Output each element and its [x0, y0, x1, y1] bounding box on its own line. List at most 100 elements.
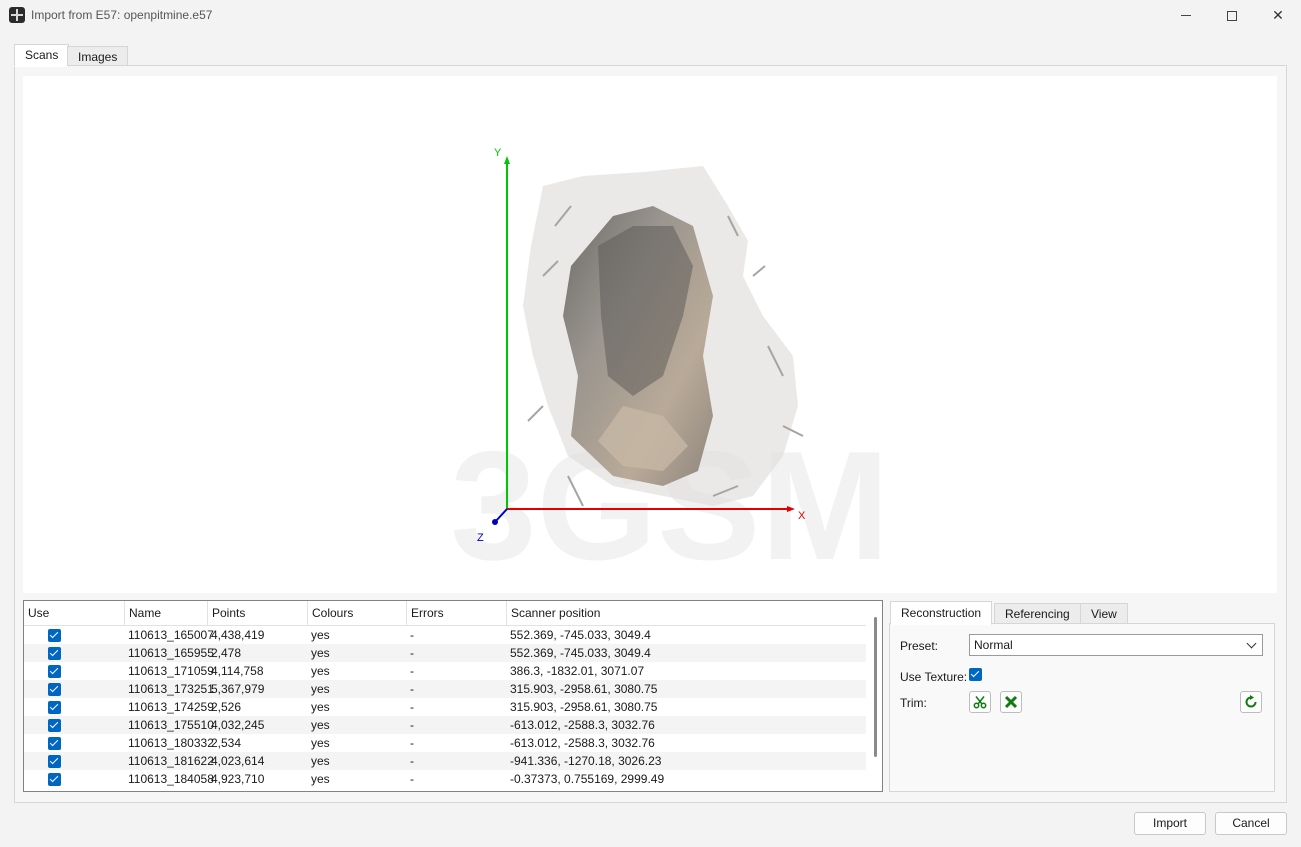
viewport-canvas: 3GSM Y X Z	[450, 147, 889, 592]
cell-points: 4,032,245	[211, 718, 265, 732]
cell-position: -941.336, -1270.18, 3026.23	[510, 754, 662, 768]
import-button[interactable]: Import	[1134, 812, 1206, 835]
table-row[interactable]: 110613_184058 4,923,710 yes - -0.37373, 0.75…	[24, 770, 866, 788]
cell-colours: yes	[311, 646, 330, 660]
cell-name: 110613_165007	[128, 628, 214, 642]
cell-position: -613.012, -2588.3, 3032.76	[510, 736, 655, 750]
col-use[interactable]: Use	[24, 601, 125, 626]
maximize-icon	[1227, 10, 1237, 21]
cell-errors: -	[410, 772, 414, 786]
use-texture-label: Use Texture:	[900, 670, 968, 684]
reset-icon	[1245, 695, 1257, 708]
preset-label: Preset:	[900, 639, 939, 653]
minimize-button[interactable]	[1163, 0, 1209, 31]
cell-errors: -	[410, 682, 414, 696]
point-cloud-viewport[interactable]: 3GSM Y X Z	[23, 76, 1277, 593]
cell-errors: -	[410, 700, 414, 714]
cell-position: 315.903, -2958.61, 3080.75	[510, 700, 658, 714]
cell-position: -613.012, -2588.3, 3032.76	[510, 718, 655, 732]
cell-colours: yes	[311, 772, 330, 786]
preset-select[interactable]: Normal	[969, 634, 1263, 656]
minimize-icon	[1181, 15, 1191, 16]
cell-colours: yes	[311, 736, 330, 750]
cell-position: 386.3, -1832.01, 3071.07	[510, 664, 645, 678]
tab-referencing[interactable]: Referencing	[994, 603, 1081, 624]
use-checkbox[interactable]	[48, 737, 61, 750]
cell-points: 4,114,758	[211, 664, 264, 678]
table-body: 110613_165007 4,438,419 yes - 552.369, -745.…	[24, 626, 866, 788]
cell-name: 110613_165955	[128, 646, 214, 660]
title-bar: Import from E57: openpitmine.e57 ✕	[0, 0, 1301, 31]
cell-errors: -	[410, 754, 414, 768]
scan-table[interactable]: Use Name Points Colours Errors Scanner p…	[23, 600, 883, 792]
cell-name: 110613_174259	[128, 700, 214, 714]
cell-name: 110613_171059	[128, 664, 214, 678]
cell-name: 110613_184058	[128, 772, 214, 786]
close-button[interactable]: ✕	[1255, 0, 1301, 31]
cell-errors: -	[410, 646, 414, 660]
trim-label: Trim:	[900, 696, 927, 710]
table-row[interactable]: 110613_175510 4,032,245 yes - -613.012, -258…	[24, 716, 866, 734]
cell-colours: yes	[311, 754, 330, 768]
table-row[interactable]: 110613_174259 2,526 yes - 315.903, -2958.61,…	[24, 698, 866, 716]
col-colours[interactable]: Colours	[308, 601, 407, 626]
cell-points: 4,023,614	[211, 754, 265, 768]
cell-position: -0.37373, 0.755169, 2999.49	[510, 772, 665, 786]
cell-colours: yes	[311, 682, 330, 696]
cell-errors: -	[410, 736, 414, 750]
cell-name: 110613_173251	[128, 682, 214, 696]
cell-points: 2,478	[211, 646, 242, 660]
table-row[interactable]: 110613_181622 4,023,614 yes - -941.336, -127…	[24, 752, 866, 770]
trim-clear-button[interactable]	[1000, 691, 1022, 713]
cancel-button[interactable]: Cancel	[1215, 812, 1287, 835]
close-icon: ✕	[1272, 7, 1284, 23]
tab-view[interactable]: View	[1080, 603, 1128, 624]
cell-position: 552.369, -745.033, 3049.4	[510, 628, 651, 642]
cell-errors: -	[410, 718, 414, 732]
app-icon	[9, 7, 25, 23]
use-checkbox[interactable]	[48, 701, 61, 714]
use-checkbox[interactable]	[48, 647, 61, 660]
col-points[interactable]: Points	[208, 601, 308, 626]
table-row[interactable]: 110613_171059 4,114,758 yes - 386.3, -1832.0…	[24, 662, 866, 680]
cell-colours: yes	[311, 664, 330, 678]
cell-colours: yes	[311, 628, 330, 642]
use-checkbox[interactable]	[48, 773, 61, 786]
preset-value: Normal	[974, 638, 1013, 652]
scissors-icon	[973, 696, 987, 709]
table-row[interactable]: 110613_180332 2,534 yes - -613.012, -2588.3,…	[24, 734, 866, 752]
tab-scans[interactable]: Scans	[14, 44, 70, 67]
col-errors[interactable]: Errors	[407, 601, 507, 626]
col-name[interactable]: Name	[125, 601, 208, 626]
table-row[interactable]: 110613_165955 2,478 yes - 552.369, -745.033,…	[24, 644, 866, 662]
cell-points: 4,438,419	[211, 628, 265, 642]
cell-position: 552.369, -745.033, 3049.4	[510, 646, 651, 660]
use-checkbox[interactable]	[48, 629, 61, 642]
tab-reconstruction[interactable]: Reconstruction	[890, 601, 993, 625]
trim-reset-button[interactable]	[1240, 691, 1262, 713]
cell-errors: -	[410, 664, 414, 678]
use-checkbox[interactable]	[48, 719, 61, 732]
table-row[interactable]: 110613_165007 4,438,419 yes - 552.369, -745.…	[24, 626, 866, 644]
table-row[interactable]: 110613_173251 5,367,979 yes - 315.903, -2958…	[24, 680, 866, 698]
cell-points: 4,923,710	[211, 772, 265, 786]
table-header: Use Name Points Colours Errors Scanner p…	[24, 601, 866, 626]
cell-points: 2,534	[211, 736, 242, 750]
clear-icon	[1004, 695, 1018, 709]
use-texture-checkbox[interactable]	[969, 668, 982, 681]
col-scanner-position[interactable]: Scanner position	[507, 601, 866, 626]
y-axis-label: Y	[494, 147, 502, 159]
cell-name: 110613_181622	[128, 754, 214, 768]
maximize-button[interactable]	[1209, 0, 1255, 31]
use-checkbox[interactable]	[48, 665, 61, 678]
cell-name: 110613_175510	[128, 718, 214, 732]
table-scrollbar[interactable]	[870, 617, 882, 789]
trim-cut-button[interactable]	[969, 691, 991, 713]
window-title: Import from E57: openpitmine.e57	[31, 8, 213, 22]
scrollbar-thumb[interactable]	[874, 617, 877, 757]
use-checkbox[interactable]	[48, 755, 61, 768]
cell-colours: yes	[311, 718, 330, 732]
tab-images[interactable]: Images	[67, 46, 129, 66]
use-checkbox[interactable]	[48, 683, 61, 696]
z-axis-label: Z	[477, 532, 484, 544]
